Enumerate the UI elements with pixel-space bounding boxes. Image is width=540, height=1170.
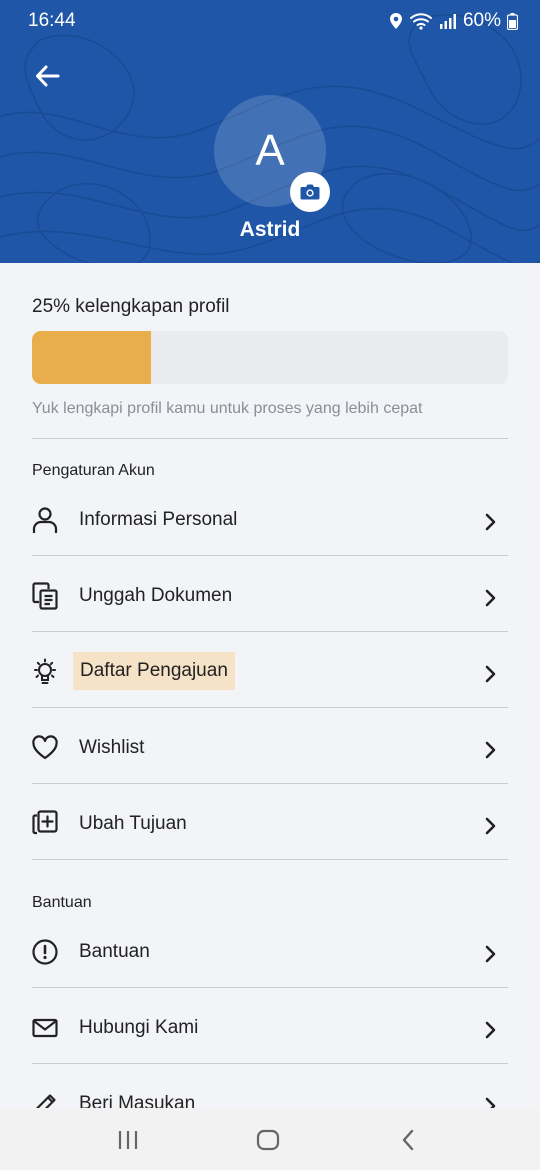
menu-item-label: Bantuan (79, 941, 150, 962)
divider (32, 438, 508, 439)
menu-item-help[interactable]: Bantuan (32, 920, 508, 980)
divider (32, 987, 508, 988)
document-icon (32, 582, 58, 610)
menu-item-upload-documents[interactable]: Unggah Dokumen (32, 564, 508, 624)
back-nav-button[interactable] (397, 1128, 421, 1152)
chevron-right-icon (485, 741, 496, 759)
profile-name: Astrid (239, 218, 301, 241)
battery-icon (507, 12, 518, 30)
menu-item-label: Wishlist (79, 737, 145, 758)
camera-icon (300, 184, 320, 200)
chevron-right-icon (485, 589, 496, 607)
completion-label: 25% kelengkapan profil (32, 296, 230, 317)
menu-item-personal-info[interactable]: Informasi Personal (32, 488, 508, 548)
lightbulb-icon (34, 658, 56, 684)
divider (32, 707, 508, 708)
completion-progress-fill (32, 331, 151, 384)
status-time: 16:44 (28, 10, 76, 31)
divider (32, 859, 508, 860)
chevron-right-icon (485, 1021, 496, 1039)
menu-item-application-list[interactable]: Daftar Pengajuan (32, 640, 508, 700)
arrow-left-icon (36, 65, 60, 87)
divider (32, 631, 508, 632)
menu-item-contact-us[interactable]: Hubungi Kami (32, 996, 508, 1056)
avatar-initial: A (255, 126, 285, 175)
chevron-right-icon (485, 665, 496, 683)
menu-item-label: Daftar Pengajuan (73, 652, 235, 690)
location-icon (389, 13, 402, 29)
divider (32, 783, 508, 784)
alert-circle-icon (32, 939, 58, 965)
battery-percent: 60% (462, 10, 501, 31)
recent-apps-button[interactable] (116, 1128, 140, 1152)
wifi-icon (409, 13, 432, 30)
section-title-account: Pengaturan Akun (32, 462, 155, 479)
menu-item-wishlist[interactable]: Wishlist (32, 716, 508, 776)
status-bar: 16:44 60% (0, 0, 540, 44)
heart-icon (32, 735, 58, 760)
add-copy-icon (32, 810, 58, 835)
menu-item-label: Informasi Personal (79, 509, 238, 530)
mail-icon (32, 1018, 58, 1038)
chevron-right-icon (485, 945, 496, 963)
menu-item-label: Ubah Tujuan (79, 813, 187, 834)
completion-hint: Yuk lengkapi profil kamu untuk proses ya… (32, 400, 423, 417)
menu-item-change-destination[interactable]: Ubah Tujuan (32, 792, 508, 852)
profile-header: 16:44 60% A Astrid (0, 0, 540, 263)
completion-progress-bar (32, 331, 508, 384)
divider (32, 555, 508, 556)
chevron-right-icon (485, 513, 496, 531)
home-button[interactable] (256, 1128, 280, 1152)
system-navigation-bar (0, 1108, 540, 1170)
section-title-help: Bantuan (32, 894, 92, 911)
user-icon (32, 507, 58, 533)
change-photo-button[interactable] (290, 172, 330, 212)
signal-icon (439, 14, 456, 29)
divider (32, 1063, 508, 1064)
menu-item-label: Hubungi Kami (79, 1017, 199, 1038)
back-button[interactable] (32, 60, 64, 92)
chevron-right-icon (485, 817, 496, 835)
menu-item-label: Unggah Dokumen (79, 585, 233, 606)
